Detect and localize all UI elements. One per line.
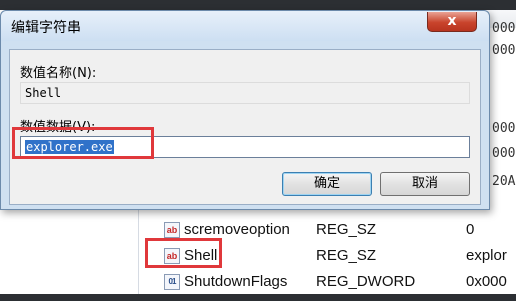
partial-value: 000: [492, 43, 516, 58]
partial-value: 000: [492, 146, 516, 161]
value-data: 0x000: [466, 273, 507, 290]
ok-button[interactable]: 确定: [282, 172, 372, 196]
value-type: REG_SZ: [316, 221, 377, 238]
close-icon: x: [447, 13, 457, 29]
cancel-button[interactable]: 取消: [380, 172, 470, 196]
highlight-box: [12, 127, 154, 159]
edit-string-dialog: 编辑字符串 x 数值名称(N): Shell 数值数据(V): explorer…: [0, 10, 490, 210]
highlight-box: [145, 238, 222, 268]
string-value-icon: ab: [164, 222, 180, 238]
value-type: REG_SZ: [316, 247, 377, 264]
value-data: explor: [466, 247, 507, 264]
registry-partial-values: 000 000 000 000 20A: [486, 10, 516, 210]
registry-row[interactable]: 01 ShutdownFlags REG_DWORD 0x000: [160, 270, 516, 294]
partial-value: 000: [492, 21, 516, 36]
dialog-title: 编辑字符串: [11, 20, 81, 36]
value-data: 0: [466, 221, 475, 238]
value-type: REG_DWORD: [316, 273, 416, 290]
value-name-label: 数值名称(N):: [20, 66, 97, 81]
dialog-title-bar[interactable]: 编辑字符串 x: [1, 11, 489, 41]
value-name-field: Shell: [20, 82, 470, 104]
partial-value: 20A: [492, 174, 516, 189]
close-button[interactable]: x: [427, 12, 477, 32]
binary-value-icon: 01: [164, 274, 180, 290]
partial-value: 000: [492, 121, 516, 136]
value-name: ShutdownFlags: [184, 273, 288, 290]
